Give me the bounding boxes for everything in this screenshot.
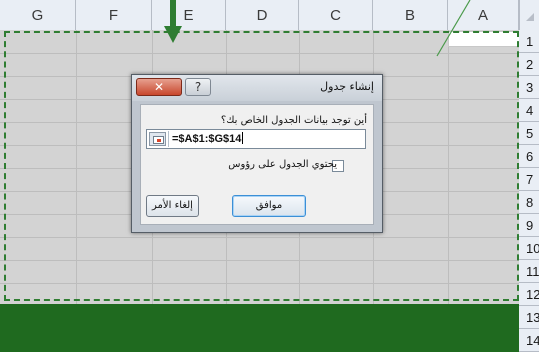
help-icon: ? [194,80,202,94]
create-table-dialog: إنشاء جدول ✕ ? أين توجد بيانات الجدول ال… [131,74,383,233]
row-header[interactable]: 14 [519,329,539,352]
range-input-divider [168,131,169,147]
help-button[interactable]: ? [185,78,211,96]
ok-button[interactable]: موافق [232,195,306,217]
range-input[interactable]: =$A$1:$G$14 [146,129,366,149]
row-header[interactable]: 13 [519,306,539,329]
text-caret [242,132,244,144]
dialog-titlebar[interactable]: إنشاء جدول ✕ ? [132,75,382,101]
close-icon: ✕ [153,80,165,94]
collapse-dialog-icon-marker [157,139,161,142]
down-arrow-icon [164,0,182,43]
dialog-title: إنشاء جدول [320,80,374,93]
cancel-button[interactable]: إلغاء الأمر [146,195,199,217]
headers-checkbox-label[interactable]: يحتوي الجدول على رؤوس [228,159,337,170]
close-button[interactable]: ✕ [136,78,182,96]
collapse-dialog-icon[interactable] [149,132,166,146]
range-prompt-label: أين توجد بيانات الجدول الخاص بك؟ [220,115,367,126]
dialog-body: أين توجد بيانات الجدول الخاص بك؟ =$A$1:$… [140,104,374,225]
range-value-text: =$A$1:$G$14 [172,133,242,145]
range-value: =$A$1:$G$14 [172,132,244,145]
